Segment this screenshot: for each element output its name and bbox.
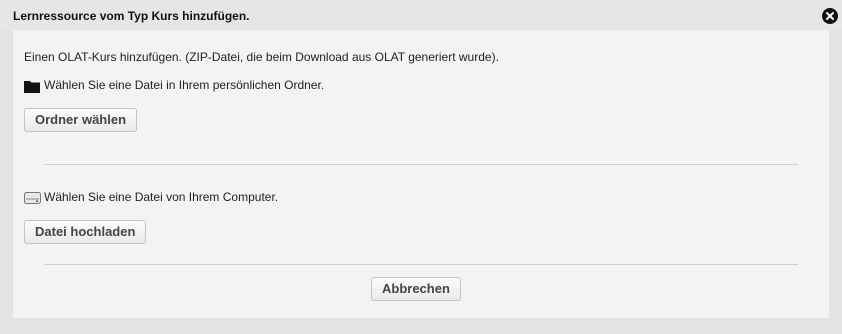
footer-divider [44,264,798,265]
add-course-dialog: Lernressource vom Typ Kurs hinzufügen. E… [0,0,842,334]
folder-icon [24,80,41,98]
section-divider [44,164,798,165]
intro-text: Einen OLAT-Kurs hinzufügen. (ZIP-Datei, … [24,50,499,64]
dialog-titlebar: Lernressource vom Typ Kurs hinzufügen. [0,0,842,30]
folder-instruction: Wählen Sie eine Datei in Ihrem persönlic… [44,78,325,92]
upload-file-button[interactable]: Datei hochladen [24,220,147,244]
upload-instruction: Wählen Sie eine Datei von Ihrem Computer… [44,190,279,204]
cancel-button[interactable]: Abbrechen [371,277,461,301]
choose-folder-button[interactable]: Ordner wählen [24,108,138,132]
dialog-title: Lernressource vom Typ Kurs hinzufügen. [13,9,250,23]
dialog-content: Einen OLAT-Kurs hinzufügen. (ZIP-Datei, … [13,30,829,318]
hard-drive-icon [24,191,41,209]
close-icon[interactable] [822,8,838,24]
